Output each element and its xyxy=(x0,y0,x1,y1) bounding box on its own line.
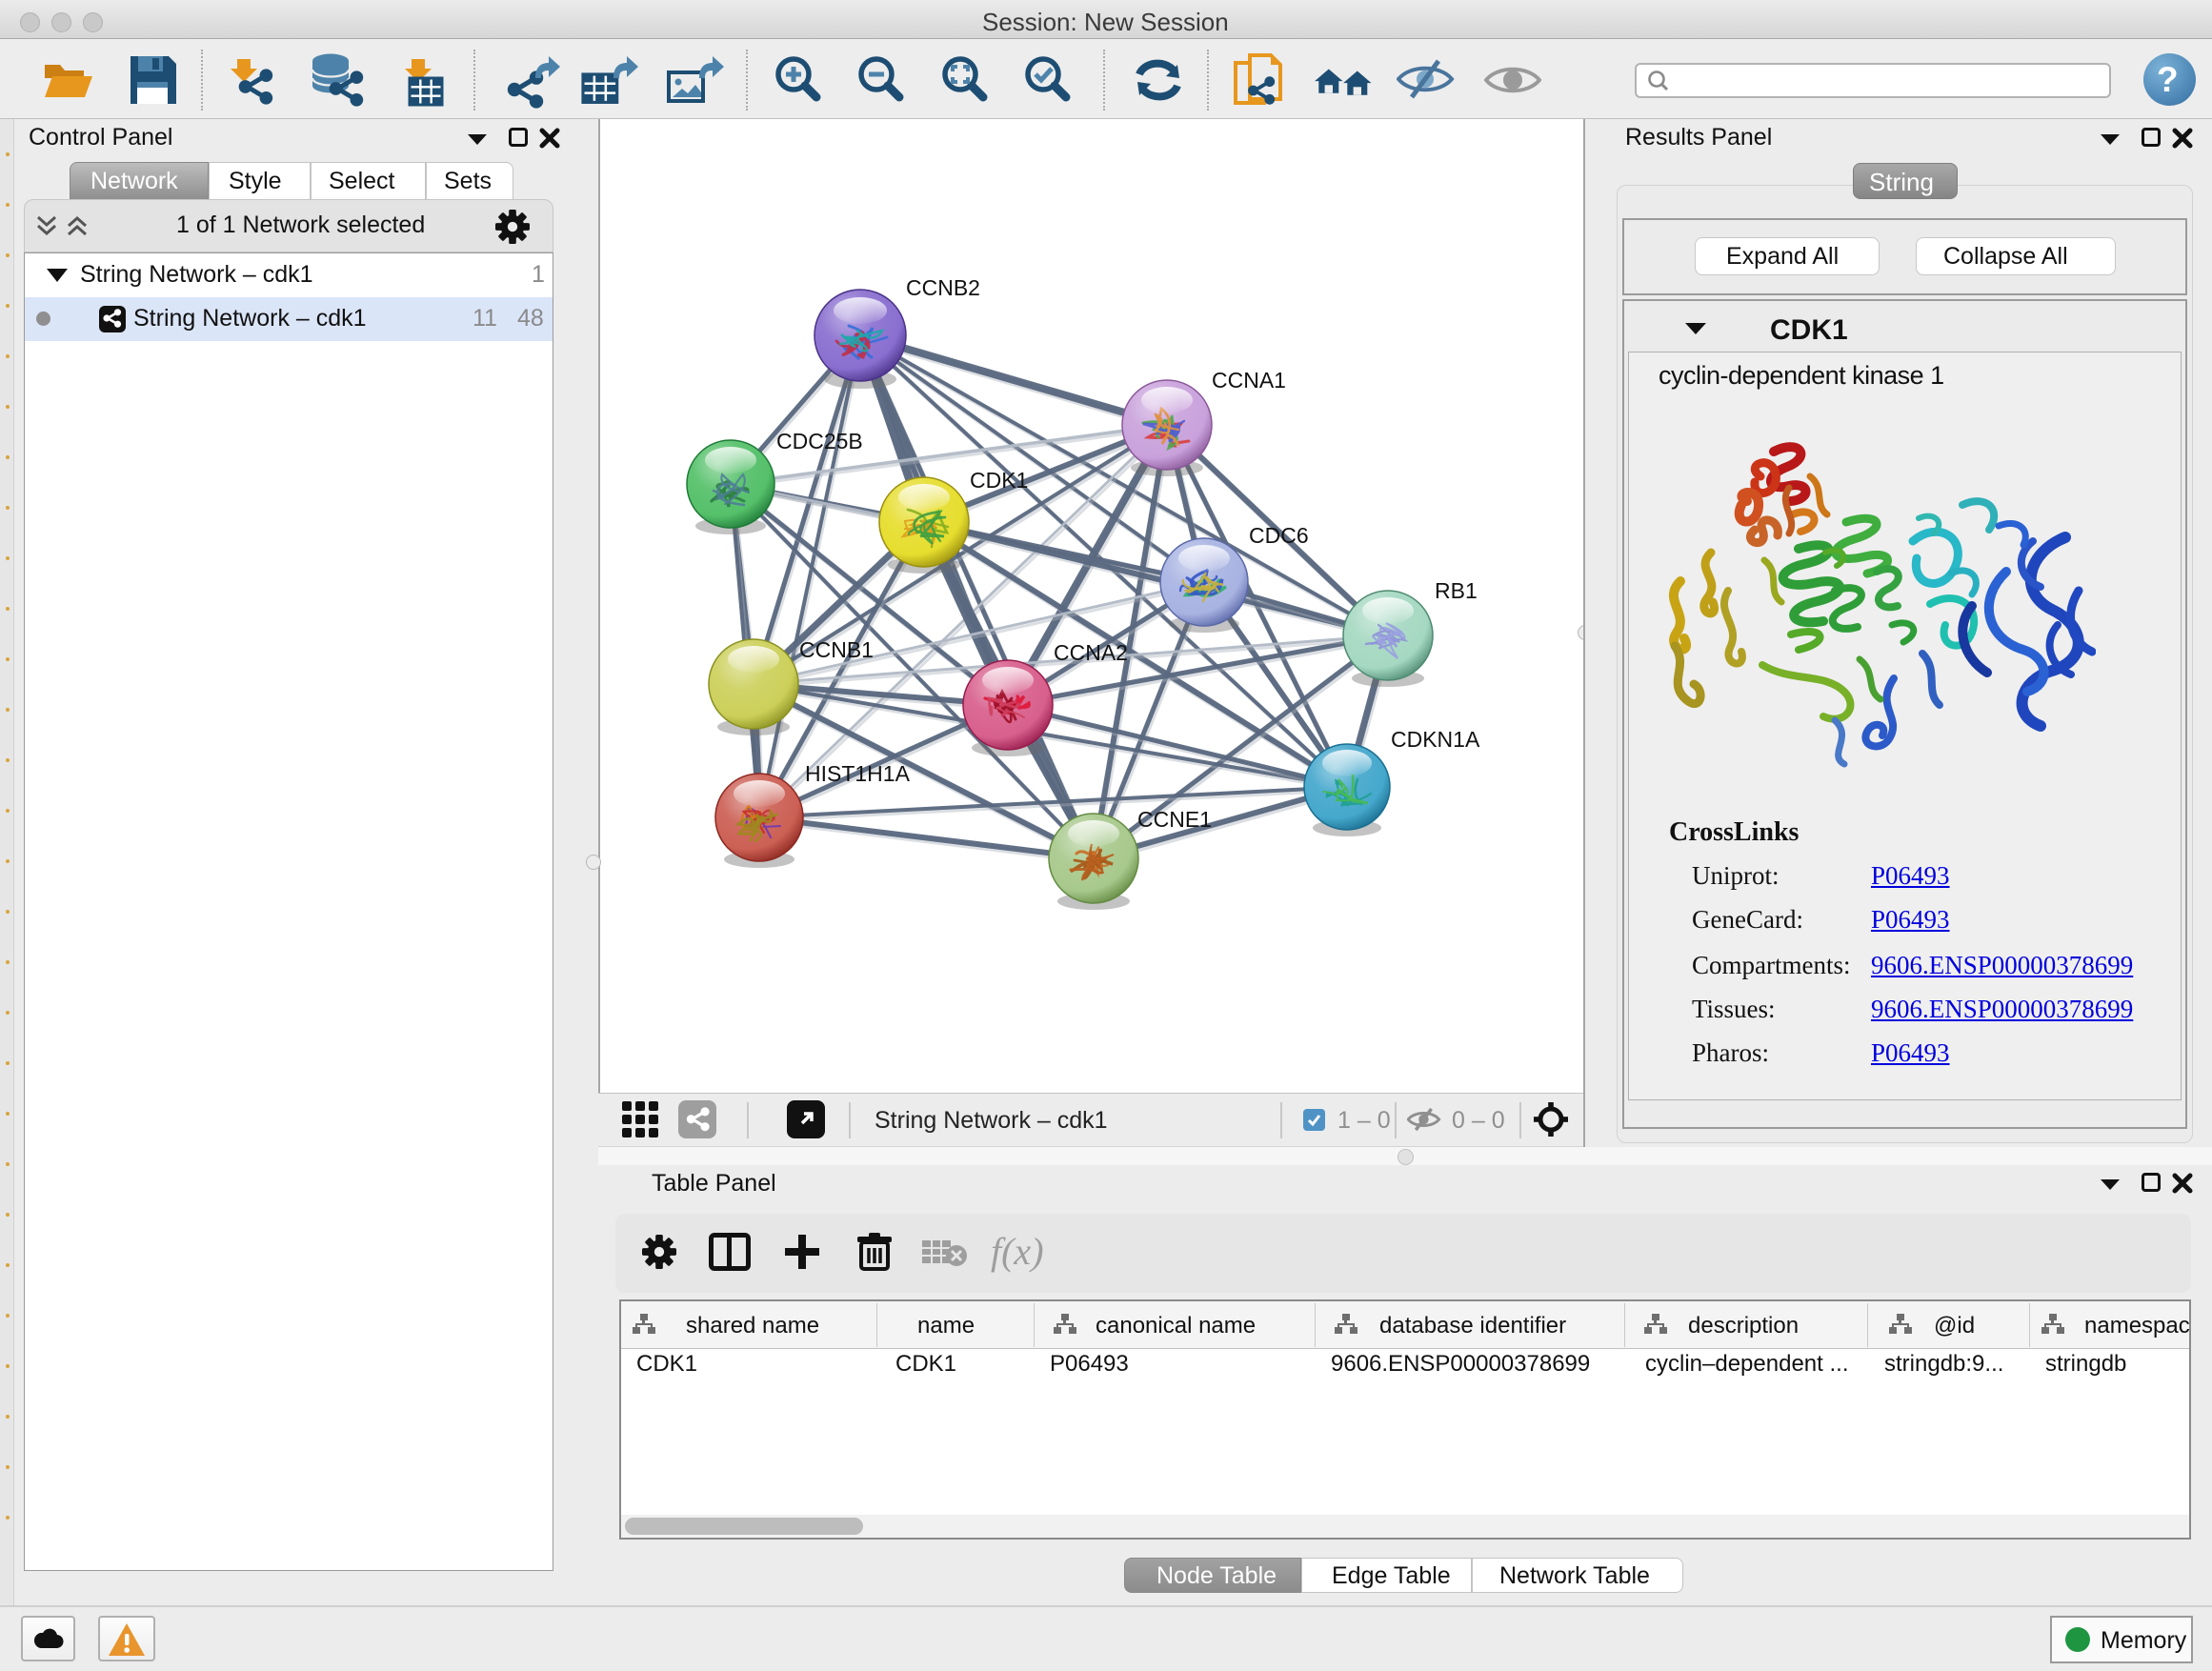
svg-text:CCNA1: CCNA1 xyxy=(1212,368,1286,393)
svg-text:RB1: RB1 xyxy=(1435,578,1478,603)
svg-text:CDC6: CDC6 xyxy=(1249,523,1309,548)
svg-text:CCNE1: CCNE1 xyxy=(1137,807,1212,832)
svg-text:CDK1: CDK1 xyxy=(970,468,1028,493)
svg-text:HIST1H1A: HIST1H1A xyxy=(805,761,911,786)
svg-text:CDKN1A: CDKN1A xyxy=(1391,727,1480,752)
svg-text:CCNB1: CCNB1 xyxy=(799,637,874,662)
svg-text:CDC25B: CDC25B xyxy=(776,429,863,453)
svg-text:CCNA2: CCNA2 xyxy=(1054,640,1128,665)
svg-text:CCNB2: CCNB2 xyxy=(906,275,980,300)
